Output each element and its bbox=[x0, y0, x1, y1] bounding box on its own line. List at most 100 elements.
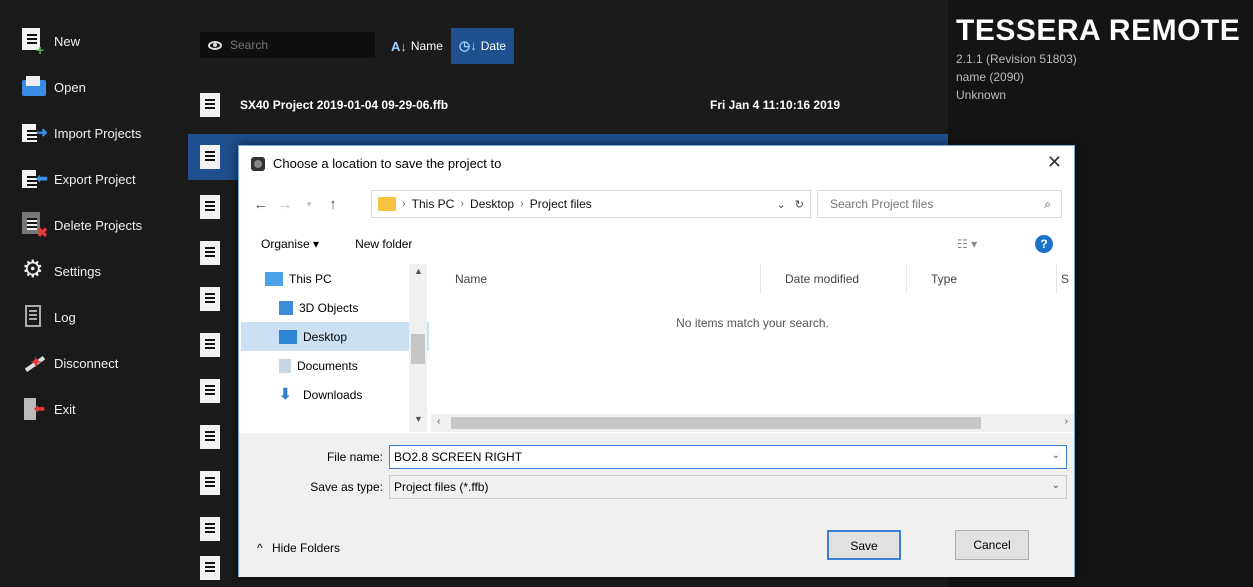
chevron-down-icon[interactable]: ⌄ bbox=[1052, 450, 1060, 461]
export-project-button[interactable]: ⬅ Export Project bbox=[0, 156, 178, 202]
horizontal-scrollbar[interactable]: ‹ › bbox=[431, 414, 1074, 432]
project-file-icon bbox=[200, 145, 220, 169]
project-date: Fri Jan 4 11:10:16 2019 bbox=[710, 98, 841, 112]
address-controls: ⌄ ↻ bbox=[777, 198, 805, 211]
delete-projects-label: Delete Projects bbox=[54, 217, 143, 233]
sort-alpha-icon: A↓ bbox=[391, 38, 407, 54]
navigation-scrollbar[interactable]: ▲ ▼ bbox=[409, 264, 427, 432]
up-arrow-icon[interactable]: ↑ bbox=[321, 196, 345, 213]
desktop-icon bbox=[279, 329, 297, 344]
breadcrumb-this-pc[interactable]: This PC bbox=[412, 197, 455, 211]
file-name-row: File name: ⌄ bbox=[239, 445, 1067, 469]
nav-item-label: Downloads bbox=[303, 387, 363, 402]
project-file-icon bbox=[200, 241, 220, 265]
column-name[interactable]: Name bbox=[431, 264, 761, 294]
project-file-icon bbox=[200, 517, 220, 541]
project-file-icon bbox=[200, 93, 220, 117]
file-name-field[interactable]: ⌄ bbox=[389, 445, 1067, 469]
nav-item-label: 3D Objects bbox=[299, 300, 359, 315]
import-projects-button[interactable]: ➜ Import Projects bbox=[0, 110, 178, 156]
scroll-right-icon[interactable]: › bbox=[1065, 416, 1068, 427]
project-search-input[interactable] bbox=[230, 38, 370, 52]
open-button[interactable]: Open bbox=[0, 64, 178, 110]
chevron-right-icon: › bbox=[520, 198, 524, 210]
log-button[interactable]: Log bbox=[0, 294, 178, 340]
chevron-down-icon[interactable]: ⌄ bbox=[1052, 480, 1060, 491]
chevron-right-icon: › bbox=[460, 198, 465, 210]
new-folder-button[interactable]: New folder bbox=[355, 237, 412, 251]
save-type-row: Save as type: Project files (*.ffb) ⌄ bbox=[239, 475, 1067, 499]
3d-objects-icon bbox=[279, 300, 293, 315]
help-icon[interactable]: ? bbox=[1035, 235, 1053, 253]
nav-item-3d-objects[interactable]: 3D Objects bbox=[241, 293, 429, 322]
project-row[interactable]: SX40 Project 2019-01-04 09-29-06.ffb Fri… bbox=[188, 82, 948, 128]
project-search[interactable] bbox=[200, 32, 375, 58]
project-file-icon bbox=[200, 556, 220, 580]
sidebar: + New Open ➜ Import Projects ⬅ Export Pr… bbox=[0, 0, 178, 587]
empty-message: No items match your search. bbox=[676, 316, 829, 330]
recent-locations-icon[interactable]: ▾ bbox=[297, 199, 321, 210]
cancel-button[interactable]: Cancel bbox=[955, 530, 1029, 560]
scroll-left-icon[interactable]: ‹ bbox=[437, 416, 440, 427]
new-project-icon: + bbox=[22, 28, 48, 58]
nav-item-desktop[interactable]: Desktop bbox=[241, 322, 429, 351]
file-name-label: File name: bbox=[326, 450, 383, 464]
scroll-up-icon[interactable]: ▲ bbox=[414, 266, 423, 276]
open-label: Open bbox=[54, 79, 86, 95]
disconnect-label: Disconnect bbox=[54, 355, 119, 371]
refresh-icon[interactable]: ↻ bbox=[795, 199, 804, 211]
chevron-up-icon: ^ bbox=[257, 541, 263, 555]
new-label: New bbox=[54, 33, 81, 49]
organise-button[interactable]: Organise ▾ bbox=[261, 237, 319, 251]
scroll-down-icon[interactable]: ▼ bbox=[414, 414, 423, 424]
app-title: TESSERA REMOTE bbox=[956, 14, 1241, 47]
project-file-icon bbox=[200, 195, 220, 219]
save-button[interactable]: Save bbox=[827, 530, 901, 560]
exit-button[interactable]: ⬅ Exit bbox=[0, 386, 178, 432]
column-size[interactable]: S bbox=[1057, 264, 1074, 294]
close-icon[interactable]: ✕ bbox=[1047, 152, 1062, 173]
save-type-value: Project files (*.ffb) bbox=[394, 480, 489, 494]
delete-projects-button[interactable]: ✖ Delete Projects bbox=[0, 202, 178, 248]
save-type-select[interactable]: Project files (*.ffb) ⌄ bbox=[389, 475, 1067, 499]
scroll-thumb[interactable] bbox=[451, 417, 981, 429]
dialog-search-placeholder: Search Project files bbox=[830, 197, 934, 211]
chevron-down-icon[interactable]: ⌄ bbox=[777, 199, 786, 211]
project-file-icon bbox=[200, 471, 220, 495]
scroll-thumb[interactable] bbox=[411, 334, 425, 364]
breadcrumb-project-files[interactable]: Project files bbox=[530, 197, 592, 211]
hide-folders-button[interactable]: ^ Hide Folders bbox=[257, 541, 340, 555]
export-icon: ⬅ bbox=[22, 166, 48, 192]
dialog-title-bar: Choose a location to save the project to bbox=[251, 156, 501, 171]
project-file-icon bbox=[200, 333, 220, 357]
sort-by-name-button[interactable]: A↓ Name bbox=[383, 28, 451, 64]
save-type-label: Save as type: bbox=[310, 480, 383, 494]
dialog-search-field[interactable]: Search Project files ⌕ bbox=[817, 190, 1062, 218]
address-bar[interactable]: › This PC › Desktop › Project files ⌄ ↻ bbox=[371, 190, 811, 218]
new-button[interactable]: + New bbox=[0, 18, 178, 64]
nav-item-documents[interactable]: Documents bbox=[241, 351, 429, 380]
dialog-bottom-area: File name: ⌄ Save as type: Project files… bbox=[239, 433, 1074, 577]
nav-item-downloads[interactable]: ⬇ Downloads bbox=[241, 380, 429, 409]
export-project-label: Export Project bbox=[54, 171, 136, 187]
device-name-text: name (2090) bbox=[956, 70, 1025, 84]
forward-arrow-icon[interactable]: → bbox=[273, 196, 297, 213]
file-list-header: Name Date modified Type S bbox=[431, 264, 1074, 294]
sort-name-label: Name bbox=[410, 39, 443, 53]
settings-button[interactable]: ⚙ Settings bbox=[0, 248, 178, 294]
nav-item-label: Desktop bbox=[303, 329, 348, 344]
column-type[interactable]: Type bbox=[907, 264, 1057, 294]
back-arrow-icon[interactable]: ← bbox=[249, 196, 273, 213]
search-icon: ⌕ bbox=[1044, 197, 1051, 211]
nav-item-this-pc[interactable]: This PC bbox=[241, 264, 429, 293]
sort-by-date-button[interactable]: ◷↓ Date bbox=[450, 28, 515, 64]
nav-item-label: This PC bbox=[289, 271, 332, 286]
column-date-modified[interactable]: Date modified bbox=[761, 264, 907, 294]
computer-icon bbox=[265, 271, 283, 286]
file-name-input[interactable] bbox=[394, 450, 1034, 464]
view-options-icon[interactable]: ☷ ▾ bbox=[957, 237, 977, 251]
disconnect-button[interactable]: ✦ Disconnect bbox=[0, 340, 178, 386]
navigation-buttons: ← → ▾ ↑ bbox=[249, 190, 345, 218]
dialog-toolbar: Organise ▾ New folder ☷ ▾ ? bbox=[239, 230, 1074, 258]
breadcrumb-desktop[interactable]: Desktop bbox=[470, 197, 514, 211]
